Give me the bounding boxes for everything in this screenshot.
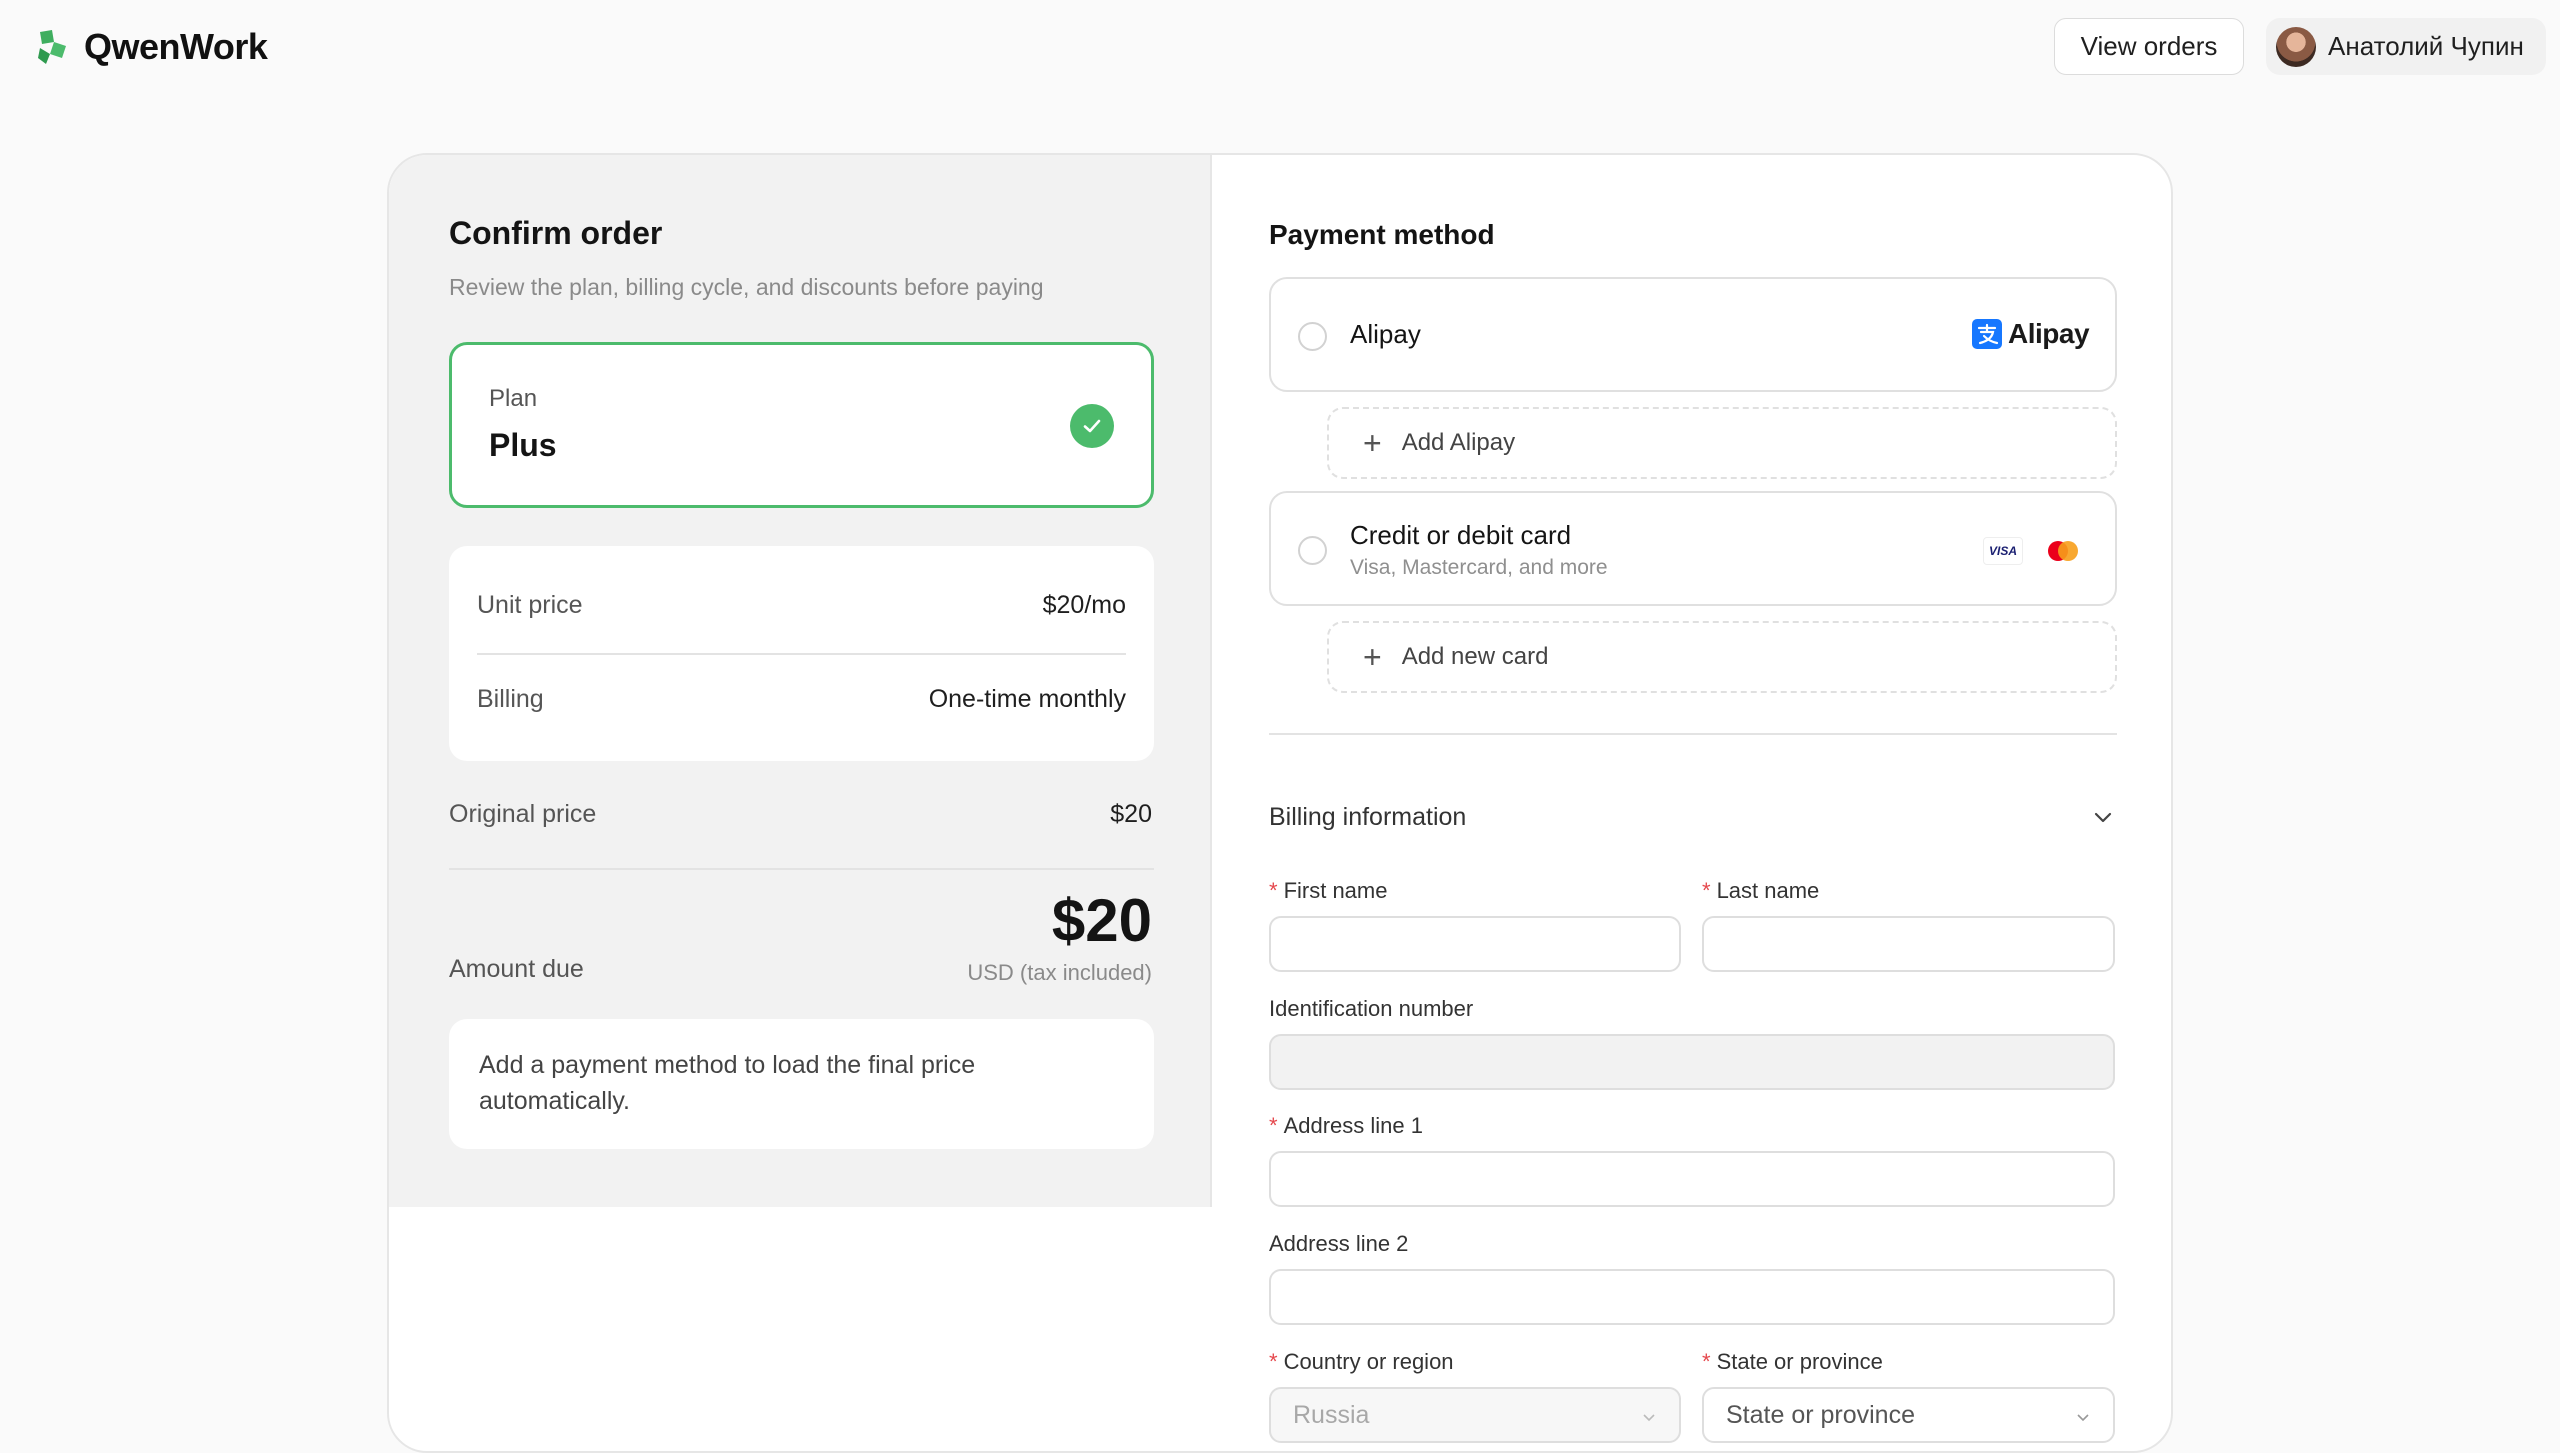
add-card-button[interactable]: + Add new card — [1327, 621, 2117, 693]
plus-icon: + — [1363, 639, 1382, 675]
divider — [477, 653, 1126, 655]
chevron-down-icon[interactable] — [2091, 805, 2115, 829]
add-alipay-button[interactable]: + Add Alipay — [1327, 407, 2117, 479]
order-summary-panel: Confirm order Review the plan, billing c… — [389, 155, 1212, 1207]
divider — [1269, 733, 2117, 735]
card-sub: Visa, Mastercard, and more — [1350, 556, 1608, 579]
required-mark: * — [1702, 1349, 1711, 1374]
plus-icon: + — [1363, 425, 1382, 461]
country-label: * Country or region — [1269, 1349, 1454, 1374]
required-mark: * — [1269, 878, 1278, 903]
order-subtitle: Review the plan, billing cycle, and disc… — [449, 274, 1044, 300]
required-mark: * — [1269, 1349, 1278, 1374]
user-name: Анатолий Чупин — [2328, 31, 2524, 61]
alipay-icon — [1972, 319, 2002, 349]
chevron-down-icon — [1643, 1414, 1655, 1422]
id-number-label: Identification number — [1269, 996, 1474, 1021]
app-name: QwenWork — [84, 26, 268, 67]
avatar — [2276, 26, 2316, 67]
billing-label: Billing — [477, 685, 544, 713]
view-orders-button[interactable]: View orders — [2054, 18, 2244, 75]
last-name-input[interactable] — [1702, 916, 2115, 972]
required-mark: * — [1269, 1113, 1278, 1138]
qwenwork-logo-icon — [38, 30, 66, 64]
user-menu[interactable]: Анатолий Чупин — [2266, 18, 2546, 75]
address2-input[interactable] — [1269, 1269, 2115, 1325]
price-details: Unit price $20/mo Billing One-time month… — [449, 546, 1154, 761]
original-price-label: Original price — [449, 800, 597, 828]
order-title: Confirm order — [449, 215, 663, 251]
plan-name: Plus — [489, 427, 557, 463]
state-placeholder: State or province — [1726, 1400, 1915, 1429]
billing-info-title: Billing information — [1269, 803, 1467, 831]
plan-card[interactable]: Plan Plus — [449, 342, 1154, 508]
visa-icon: VISA — [1983, 537, 2023, 565]
address1-label: * Address line 1 — [1269, 1113, 1423, 1138]
country-value: Russia — [1293, 1400, 1370, 1429]
first-name-input[interactable] — [1269, 916, 1681, 972]
alipay-radio[interactable] — [1298, 322, 1327, 351]
add-card-label: Add new card — [1401, 643, 1549, 670]
alipay-logo-text: Alipay — [2008, 318, 2090, 349]
add-alipay-label: Add Alipay — [1401, 429, 1516, 456]
state-label: * State or province — [1702, 1349, 1883, 1374]
unit-price-value: $20/mo — [1042, 591, 1126, 619]
payment-panel: Payment method Alipay Alipay + Add Alipa… — [1212, 155, 2171, 1451]
amount-due-value: $20 — [1051, 887, 1152, 954]
country-select[interactable]: Russia — [1269, 1387, 1681, 1443]
check-icon — [1070, 404, 1114, 448]
divider — [449, 868, 1154, 870]
state-select[interactable]: State or province — [1702, 1387, 2115, 1443]
alipay-option[interactable]: Alipay Alipay — [1269, 277, 2117, 392]
address2-label: Address line 2 — [1269, 1231, 1409, 1256]
address1-input[interactable] — [1269, 1151, 2115, 1207]
billing-value: One-time monthly — [928, 685, 1126, 713]
original-price-value: $20 — [1110, 800, 1152, 828]
card-option[interactable]: Credit or debit card Visa, Mastercard, a… — [1269, 491, 2117, 606]
plan-label: Plan — [489, 385, 538, 412]
required-mark: * — [1702, 878, 1711, 903]
app-logo[interactable]: QwenWork — [36, 26, 268, 68]
tax-note: USD (tax included) — [967, 960, 1152, 985]
payment-method-title: Payment method — [1269, 219, 1495, 250]
card-radio[interactable] — [1298, 536, 1327, 565]
unit-price-label: Unit price — [477, 591, 583, 619]
card-label: Credit or debit card — [1350, 520, 1572, 550]
payment-notice: Add a payment method to load the final p… — [449, 1019, 1154, 1149]
last-name-label: * Last name — [1702, 878, 1820, 903]
id-number-input[interactable] — [1269, 1034, 2115, 1090]
mastercard-icon — [2048, 541, 2078, 561]
checkout-card: Confirm order Review the plan, billing c… — [387, 153, 2173, 1453]
chevron-down-icon — [2077, 1414, 2089, 1422]
alipay-logo: Alipay — [1972, 318, 2090, 350]
first-name-label: * First name — [1269, 878, 1388, 903]
alipay-label: Alipay — [1350, 319, 1421, 349]
top-bar: QwenWork View orders Анатолий Чупин — [0, 0, 2560, 92]
amount-due-label: Amount due — [449, 955, 584, 983]
